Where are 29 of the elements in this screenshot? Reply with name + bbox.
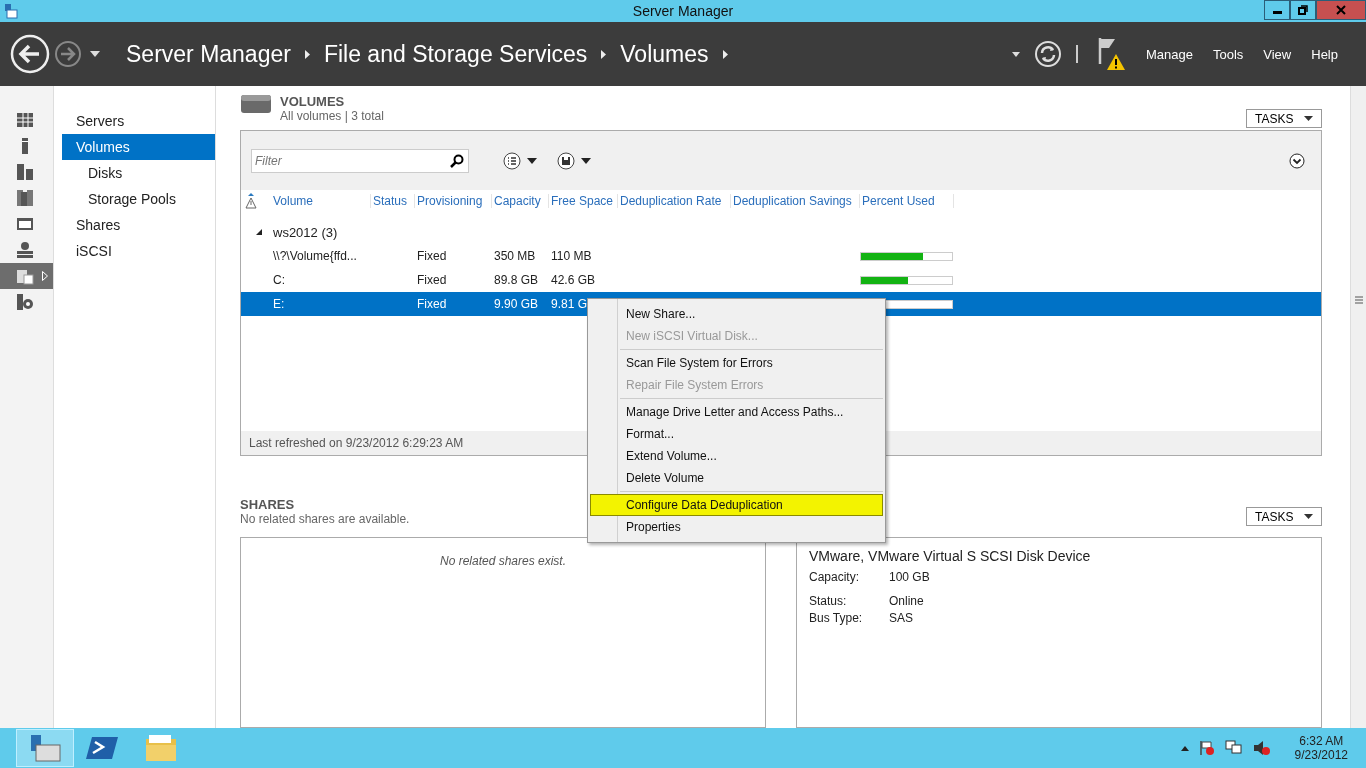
- table-cell-text: Fixed: [416, 273, 448, 287]
- clock-date: 9/23/2012: [1294, 748, 1348, 762]
- table-cell-text: C:: [272, 273, 286, 287]
- section-subtitle: All volumes | 3 total: [280, 109, 384, 123]
- table-cell-text: 9.90 GB: [493, 297, 540, 311]
- table-cell-text: 110 MB: [550, 249, 593, 263]
- window-title: Server Manager: [632, 3, 734, 19]
- section-subtitle: No related shares are available.: [240, 512, 410, 526]
- property-value: 100 GB: [889, 569, 930, 584]
- table-cell-text: \\?\Volume{ffd...: [272, 249, 358, 263]
- property-label: Capacity:: [809, 569, 861, 584]
- group-label: ws2012 (3): [273, 224, 338, 240]
- table-cell-text: Fixed: [416, 249, 448, 263]
- refresh-status: Last refreshed on 9/23/2012 6:29:23 AM: [249, 436, 464, 450]
- table-cell-text: 9.81 G: [550, 297, 589, 311]
- empty-message: No related shares exist.: [439, 554, 567, 570]
- disk-title: VMware, VMware Virtual S SCSI Disk Device: [809, 548, 1092, 564]
- property-value: SAS: [889, 610, 913, 625]
- table-cell-text: Fixed: [416, 297, 448, 311]
- table-cell-text: 42.6 GB: [550, 273, 597, 287]
- section-title: VOLUMES: [280, 94, 346, 109]
- property-label: Bus Type:: [809, 610, 864, 625]
- table-cell-text: 89.8 GB: [493, 273, 540, 287]
- table-cell-text: 350 MB: [493, 249, 537, 263]
- property-value: Online: [889, 593, 924, 608]
- clock-time: 6:32 AM: [1299, 734, 1344, 748]
- property-label: Status:: [809, 593, 848, 608]
- section-title: SHARES: [240, 497, 296, 512]
- table-cell-text: E:: [272, 297, 286, 311]
